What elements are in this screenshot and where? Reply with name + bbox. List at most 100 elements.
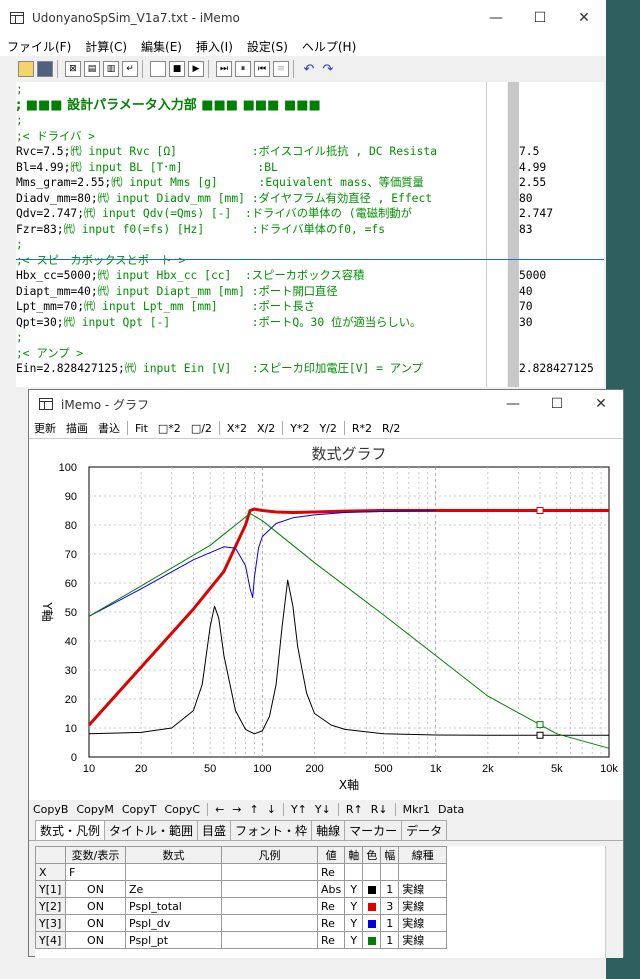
- step-icon[interactable]: ⏭: [216, 61, 232, 77]
- editor-line[interactable]: Qdv=2.747;㈹ input Qdv(=Qms) [-] :ドライバの単体…: [16, 206, 486, 222]
- grid-row[interactable]: Y[2] ON Pspl_total Re Y 3 実線: [35, 897, 448, 915]
- grid-row[interactable]: X F Re: [35, 863, 448, 881]
- menu-file[interactable]: ファイル(F): [0, 38, 78, 55]
- grid-cell-axis[interactable]: [344, 863, 364, 881]
- pan-right-button[interactable]: →: [228, 803, 245, 816]
- grid-cell-width[interactable]: 1: [380, 880, 400, 898]
- x-div2-button[interactable]: X/2: [252, 422, 280, 435]
- data-button[interactable]: Data: [434, 803, 468, 816]
- editor-line[interactable]: ;: [16, 113, 486, 129]
- box-div2-button[interactable]: □/2: [186, 422, 217, 435]
- grid-cell-val[interactable]: Abs: [316, 880, 346, 898]
- play-icon[interactable]: ▶: [188, 61, 204, 77]
- grid-row[interactable]: Y[3] ON Pspl_dv Re Y 1 実線: [35, 914, 448, 932]
- editor-divider[interactable]: [508, 82, 519, 387]
- grid-cell-expr[interactable]: [125, 863, 222, 881]
- doc-export-icon[interactable]: ▥: [103, 61, 119, 77]
- editor-line[interactable]: Ein=2.828427125;㈹ input Ein [V] :スピーカ印加電…: [16, 361, 486, 377]
- y-x2-button[interactable]: Y*2: [285, 422, 314, 435]
- open-folder-icon[interactable]: [18, 61, 34, 77]
- minimize-button[interactable]: —: [474, 10, 518, 26]
- tab-axis-line[interactable]: 軸線: [311, 820, 346, 840]
- grid-cell-legend[interactable]: [221, 914, 318, 932]
- grid-cell-expr[interactable]: Pspl_dv: [125, 914, 222, 932]
- r-up-button[interactable]: R↑: [342, 803, 367, 816]
- grid-cell-show[interactable]: ON: [65, 931, 126, 949]
- write-button[interactable]: 書込: [93, 420, 125, 436]
- grid-cell-val[interactable]: Re: [316, 914, 346, 932]
- menu-edit[interactable]: 編集(E): [134, 38, 189, 55]
- graph-minimize-button[interactable]: —: [491, 396, 535, 412]
- stop-icon[interactable]: ■: [169, 61, 185, 77]
- copyb-button[interactable]: CopyB: [29, 803, 72, 816]
- editor-line[interactable]: Rvc=7.5;㈹ input Rvc [Ω] :ボイスコイル抵抗 , DC R…: [16, 144, 486, 160]
- editor-line[interactable]: Mms_gram=2.55;㈹ input Mms [g] :Equivalen…: [16, 175, 486, 191]
- doc-import-icon[interactable]: ↵: [122, 61, 138, 77]
- grid-row[interactable]: Y[4] ON Pspl_pt Re Y 1 実線: [35, 931, 448, 949]
- grid-cell-ltype[interactable]: 実線: [398, 880, 448, 898]
- editor-line[interactable]: Diadv_mm=80;㈹ input Diadv_mm [mm] :ダイヤフラ…: [16, 191, 486, 207]
- grid-cell-expr[interactable]: Pspl_pt: [125, 931, 222, 949]
- doc-icon[interactable]: ▤: [84, 61, 100, 77]
- grid-cell-val[interactable]: Re: [316, 897, 346, 915]
- grid-cell-width[interactable]: 1: [380, 914, 400, 932]
- graph-maximize-button[interactable]: ☐: [535, 396, 579, 412]
- grid-cell-axis[interactable]: Y: [344, 897, 364, 915]
- grid-cell-expr[interactable]: Pspl_total: [125, 897, 222, 915]
- menu-calc[interactable]: 計算(C): [78, 38, 134, 55]
- editor-line[interactable]: Diapt_mm=40;㈹ input Diapt_mm [mm] :ポート開口…: [16, 284, 486, 300]
- tab-title-range[interactable]: タイトル・範囲: [104, 820, 199, 840]
- grid-cell-show[interactable]: F: [65, 863, 126, 881]
- plot-area[interactable]: 0 10 20 30 40 50 60 70 80 90 100 10 20 50 100 200 500 1k 2…: [29, 439, 623, 800]
- grid-cell-width[interactable]: 1: [380, 931, 400, 949]
- editor-line[interactable]: Lpt_mm=70;㈹ input Lpt_mm [mm] :ポート長さ: [16, 299, 486, 315]
- tab-data[interactable]: データ: [401, 820, 448, 840]
- r-div2-button[interactable]: R/2: [377, 422, 405, 435]
- x-x2-button[interactable]: X*2: [222, 422, 252, 435]
- editor-line[interactable]: ;: [16, 330, 486, 346]
- list-icon[interactable]: ≡: [273, 61, 289, 77]
- pan-down-button[interactable]: ↓: [263, 803, 280, 816]
- color-swatch-cell[interactable]: [362, 914, 382, 932]
- draw-button[interactable]: 描画: [61, 420, 93, 436]
- redo-icon[interactable]: ↷: [320, 61, 336, 77]
- tab-marker[interactable]: マーカー: [344, 820, 403, 840]
- grid-cell-val[interactable]: Re: [316, 863, 346, 881]
- grid-cell-expr[interactable]: Ze: [125, 880, 222, 898]
- grid-cell-show[interactable]: ON: [65, 897, 126, 915]
- grid-cell-ltype[interactable]: 実線: [398, 914, 448, 932]
- new-doc-icon[interactable]: [150, 61, 166, 77]
- undo-icon[interactable]: ↶: [301, 61, 317, 77]
- y-div2-button[interactable]: Y/2: [314, 422, 341, 435]
- grid-scrollbar[interactable]: [605, 846, 623, 958]
- color-swatch-cell[interactable]: [362, 897, 382, 915]
- step-back-icon[interactable]: ⏮: [254, 61, 270, 77]
- grid-cell-width[interactable]: 3: [380, 897, 400, 915]
- y-down-button[interactable]: Y↓: [311, 803, 335, 816]
- fit-button[interactable]: Fit: [130, 422, 153, 435]
- text-editor[interactable]: ;; ■■■ 設計パラメータ入力部 ■■■ ■■■ ■■■; ;< ドライバ > R…: [16, 82, 486, 387]
- grid-cell-val[interactable]: Re: [316, 931, 346, 949]
- y-up-button[interactable]: Y↑: [287, 803, 311, 816]
- close-button[interactable]: ✕: [562, 10, 606, 26]
- series-grid[interactable]: 変数/表示 数式 凡例値軸色幅線種 X F Re Y[1] ON Ze Abs Y 1 実線 Y[2] ON…: [35, 846, 605, 958]
- tab-formula-legend[interactable]: 数式・凡例: [35, 820, 106, 840]
- save-icon[interactable]: [37, 61, 53, 77]
- grid-cell-ltype[interactable]: [398, 863, 448, 881]
- pan-left-button[interactable]: ←: [211, 803, 228, 816]
- copym-button[interactable]: CopyM: [72, 803, 117, 816]
- color-swatch-cell[interactable]: [362, 931, 382, 949]
- pan-up-button[interactable]: ↑: [246, 803, 263, 816]
- grid-cell-legend[interactable]: [221, 931, 318, 949]
- editor-line[interactable]: ; ■■■ 設計パラメータ入力部 ■■■ ■■■ ■■■: [16, 98, 486, 114]
- color-swatch-cell[interactable]: [362, 863, 382, 881]
- pause-icon[interactable]: ⏸: [235, 61, 251, 77]
- grid-cell-width[interactable]: [380, 863, 400, 881]
- menu-settings[interactable]: 設定(S): [240, 38, 295, 55]
- editor-line[interactable]: ;< ドライバ >: [16, 129, 486, 145]
- editor-line[interactable]: ;< スピーカボックスとポート >: [16, 253, 486, 269]
- menu-help[interactable]: ヘルプ(H): [295, 38, 363, 55]
- grid-cell-axis[interactable]: Y: [344, 914, 364, 932]
- editor-line[interactable]: ;< アンプ >: [16, 346, 486, 362]
- editor-line[interactable]: Qpt=30;㈹ input Qpt [-] :ポートQ。30 位が適当らしい。: [16, 315, 486, 331]
